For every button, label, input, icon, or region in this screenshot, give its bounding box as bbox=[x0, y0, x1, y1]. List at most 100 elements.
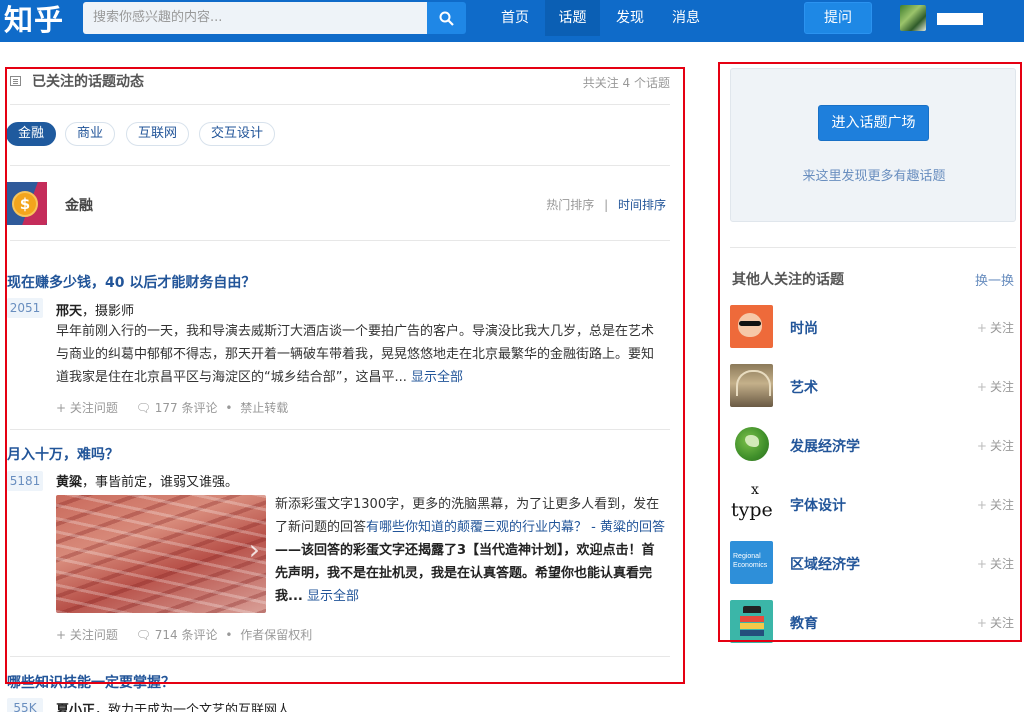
suggested-topic: x type 字体设计 + 关注 bbox=[730, 482, 1016, 528]
topic-link[interactable]: 字体设计 bbox=[790, 495, 846, 515]
plaza-tip-link[interactable]: 来这里发现更多有趣话题 bbox=[731, 165, 1017, 184]
copyright-status: 禁止转载 bbox=[240, 401, 289, 415]
topics-sidebar: 进入话题广场 来这里发现更多有趣话题 其他人关注的话题 换一换 时尚 + 关注 艺… bbox=[730, 42, 1016, 712]
topic-link[interactable]: 艺术 bbox=[790, 377, 818, 397]
answer-meta: + 关注问题 🗨 714 条评论 • 作者保留权利 bbox=[56, 626, 312, 643]
follow-label: 关注 bbox=[989, 321, 1014, 335]
username-redacted[interactable] bbox=[937, 13, 983, 25]
top-navigation-bar: 知乎 搜索你感兴趣的内容... 首页 话题 发现 消息 提问 bbox=[0, 0, 1024, 42]
plus-icon: + bbox=[976, 616, 987, 630]
plus-icon: + bbox=[976, 439, 987, 453]
enter-topic-plaza-button[interactable]: 进入话题广场 bbox=[818, 105, 929, 141]
follow-label: 关注 bbox=[989, 439, 1014, 453]
follow-topic-button[interactable]: + 关注 bbox=[977, 496, 1014, 513]
question-title[interactable]: 哪些知识技能一定要掌握？ bbox=[7, 672, 175, 692]
tag-business[interactable]: 商业 bbox=[65, 122, 116, 146]
tag-finance[interactable]: 金融 bbox=[6, 122, 57, 146]
copyright-status: 作者保留权利 bbox=[240, 628, 313, 642]
fashion-thumbnail[interactable] bbox=[730, 305, 773, 348]
plus-icon: + bbox=[976, 380, 987, 394]
plus-icon: + bbox=[976, 557, 987, 571]
author-bio: ，摄影师 bbox=[82, 304, 135, 319]
follow-label: 关注 bbox=[989, 557, 1014, 571]
nav-messages[interactable]: 消息 bbox=[658, 0, 714, 36]
search-icon bbox=[439, 11, 454, 26]
nav-discover[interactable]: 发现 bbox=[602, 0, 658, 36]
education-thumbnail[interactable] bbox=[730, 600, 773, 643]
topic-name[interactable]: 金融 bbox=[65, 195, 93, 215]
tag-internet[interactable]: 互联网 bbox=[126, 122, 190, 146]
vote-count[interactable]: 5181 bbox=[7, 471, 43, 491]
region-thumb-text: Regional Economics bbox=[733, 553, 768, 569]
topic-link[interactable]: 区域经济学 bbox=[790, 554, 860, 574]
divider bbox=[10, 656, 670, 657]
vote-count[interactable]: 55K bbox=[7, 698, 43, 712]
author-name[interactable]: 黄粱 bbox=[56, 475, 82, 490]
meta-dot: • bbox=[225, 628, 233, 642]
plus-icon: + bbox=[976, 321, 987, 335]
topic-feed-column: 已关注的话题动态 共关注 4 个话题 金融 商业 互联网 交互设计 $ 金融 热… bbox=[0, 42, 690, 712]
answer-excerpt: 新添彩蛋文字1300字，更多的洗脑黑幕，为了让更多人看到，发在了新问题的回答有哪… bbox=[275, 493, 667, 608]
follow-topic-button[interactable]: + 关注 bbox=[977, 614, 1014, 631]
type-thumb-mark: x bbox=[751, 482, 759, 498]
answer-photo-thumbnail[interactable] bbox=[56, 495, 266, 613]
topic-link[interactable]: 发展经济学 bbox=[790, 436, 860, 456]
suggested-topic: Regional Economics 区域经济学 + 关注 bbox=[730, 541, 1016, 587]
comments-link[interactable]: 177 条评论 bbox=[155, 401, 218, 415]
followed-topics-count: 共关注 4 个话题 bbox=[582, 76, 670, 90]
refresh-link[interactable]: 换一换 bbox=[975, 270, 1014, 289]
topic-link[interactable]: 教育 bbox=[790, 613, 818, 633]
show-all-link[interactable]: 显示全部 bbox=[411, 370, 463, 385]
finance-topic-image[interactable]: $ bbox=[6, 182, 47, 225]
follow-question-button[interactable]: + 关注问题 bbox=[56, 628, 118, 642]
question-title[interactable]: 月入十万，难吗？ bbox=[7, 444, 119, 464]
answer-author: 夏小正，致力于成为一个文艺的互联网人 bbox=[56, 699, 290, 712]
typography-thumbnail[interactable]: x type bbox=[730, 482, 773, 525]
nav-topics[interactable]: 话题 bbox=[545, 0, 600, 36]
show-all-link[interactable]: 显示全部 bbox=[307, 589, 359, 604]
question-title[interactable]: 现在赚多少钱，40 以后才能财务自由？ bbox=[7, 272, 255, 292]
follow-topic-button[interactable]: + 关注 bbox=[977, 555, 1014, 572]
answer-author: 黄粱，事皆前定，谁弱又谁强。 bbox=[56, 471, 238, 490]
vote-count[interactable]: 2051 bbox=[7, 298, 43, 318]
divider bbox=[10, 165, 670, 166]
sort-options: 热门排序 | 时间排序 bbox=[546, 196, 666, 213]
zhihu-logo[interactable]: 知乎 bbox=[4, 2, 64, 40]
regional-economics-thumbnail[interactable]: Regional Economics bbox=[730, 541, 773, 584]
sort-time[interactable]: 时间排序 bbox=[618, 198, 666, 212]
divider bbox=[730, 247, 1016, 248]
divider bbox=[10, 240, 670, 241]
follow-topic-button[interactable]: + 关注 bbox=[977, 378, 1014, 395]
follow-label: 关注 bbox=[989, 498, 1014, 512]
author-name[interactable]: 夏小正 bbox=[56, 703, 95, 712]
others-topics-title: 其他人关注的话题 bbox=[732, 272, 844, 288]
topic-plaza-card: 进入话题广场 来这里发现更多有趣话题 bbox=[730, 68, 1016, 222]
sort-hot[interactable]: 热门排序 bbox=[546, 198, 594, 212]
dollar-coin-icon: $ bbox=[12, 191, 38, 217]
tag-interaction-design[interactable]: 交互设计 bbox=[199, 122, 276, 146]
divider bbox=[10, 104, 670, 105]
search-button[interactable] bbox=[427, 2, 466, 34]
section-header: 已关注的话题动态 共关注 4 个话题 bbox=[10, 68, 670, 104]
nav-home[interactable]: 首页 bbox=[487, 0, 543, 36]
follow-topic-button[interactable]: + 关注 bbox=[977, 437, 1014, 454]
art-thumbnail[interactable] bbox=[730, 364, 773, 407]
search-input[interactable]: 搜索你感兴趣的内容... bbox=[83, 2, 427, 34]
author-name[interactable]: 邢天 bbox=[56, 304, 82, 319]
comment-icon: 🗨 bbox=[135, 628, 151, 642]
plus-icon: + bbox=[976, 498, 987, 512]
ask-question-button[interactable]: 提问 bbox=[804, 2, 872, 34]
answer-text: 早年前刚入行的一天，我和导演去威斯汀大酒店谈一个要拍广告的客户。导演没比我大几岁… bbox=[56, 324, 655, 385]
answer-inline-link[interactable]: 有哪些你知道的颠覆三观的行业内幕？ - 黄粱的回答 bbox=[366, 520, 665, 535]
answer-meta: + 关注问题 🗨 177 条评论 • 禁止转载 bbox=[56, 399, 288, 416]
current-topic-header: $ 金融 热门排序 | 时间排序 bbox=[6, 182, 670, 226]
topic-link[interactable]: 时尚 bbox=[790, 318, 818, 338]
user-avatar[interactable] bbox=[900, 5, 926, 31]
comments-link[interactable]: 714 条评论 bbox=[155, 628, 218, 642]
follow-topic-button[interactable]: + 关注 bbox=[977, 319, 1014, 336]
suggested-topic: 艺术 + 关注 bbox=[730, 364, 1016, 410]
comment-icon: 🗨 bbox=[135, 401, 151, 415]
globe-thumbnail[interactable] bbox=[730, 423, 773, 466]
follow-question-button[interactable]: + 关注问题 bbox=[56, 401, 118, 415]
section-title: 已关注的话题动态 bbox=[32, 74, 144, 90]
